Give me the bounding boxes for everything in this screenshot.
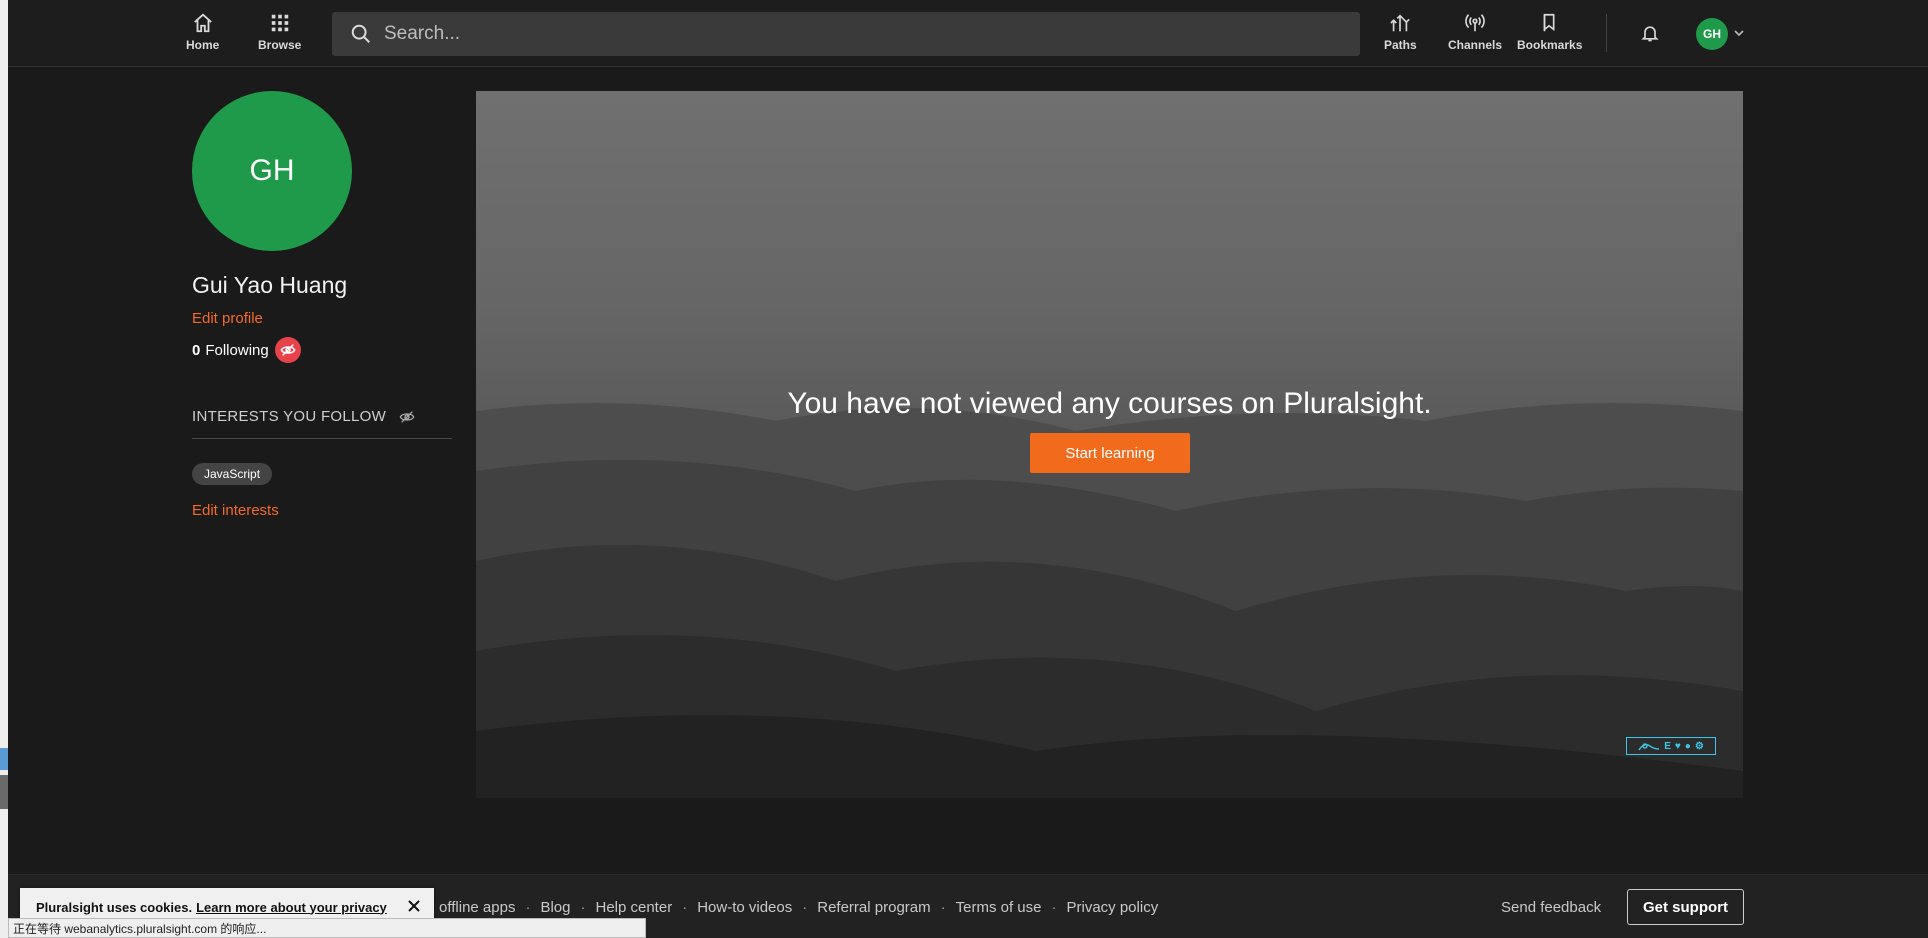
footer-link-privacy-policy[interactable]: Privacy policy <box>1067 899 1159 916</box>
nav-bookmarks-label: Bookmarks <box>1517 38 1583 52</box>
eye-off-icon <box>280 344 296 356</box>
search-input[interactable] <box>384 23 1284 45</box>
heart-icon: ♥ <box>1674 740 1681 752</box>
footer-link-help-center[interactable]: Help center <box>595 899 672 916</box>
left-window-edge <box>0 0 8 938</box>
profile-name: Gui Yao Huang <box>192 272 348 298</box>
extension-icon <box>1638 743 1660 751</box>
interests-heading-label: INTERESTS YOU FOLLOW <box>192 408 387 425</box>
search-icon <box>351 24 370 43</box>
nav-paths-label: Paths <box>1384 38 1417 52</box>
empty-state-message: You have not viewed any courses on Plura… <box>787 387 1432 420</box>
nav-browse-label: Browse <box>258 38 302 52</box>
interest-chip[interactable]: JavaScript <box>192 463 273 485</box>
grid-icon <box>271 14 288 32</box>
browser-extension-badge[interactable]: E ♥ ● ⚙ <box>1626 737 1716 755</box>
search-bar[interactable] <box>332 12 1360 56</box>
footer-links: offline apps · Blog · Help center · How-… <box>439 899 1158 916</box>
edit-interests-link[interactable]: Edit interests <box>192 502 279 519</box>
privacy-link[interactable]: Learn more about your privacy <box>196 900 387 915</box>
broadcast-icon <box>1465 14 1485 32</box>
following-label[interactable]: Following <box>205 342 268 359</box>
paths-icon <box>1390 14 1411 32</box>
get-support-button[interactable]: Get support <box>1627 889 1744 925</box>
home-icon <box>193 13 212 33</box>
extension-badge-text: E <box>1664 740 1671 752</box>
divider <box>192 438 452 439</box>
close-icon[interactable] <box>406 898 422 914</box>
nav-bookmarks[interactable]: Bookmarks <box>1517 12 1582 52</box>
footer-separator: · <box>682 899 688 916</box>
bookmark-icon <box>1543 13 1555 32</box>
footer-link-offline-apps[interactable]: offline apps <box>439 899 515 916</box>
footer-separator: · <box>525 899 531 916</box>
edit-profile-link[interactable]: Edit profile <box>192 310 263 327</box>
user-icon: ● <box>1684 740 1691 752</box>
footer-link-how-to-videos[interactable]: How-to videos <box>697 899 792 916</box>
following-info: 0 Following <box>192 337 301 363</box>
top-navigation: Home Browse Paths Channels Bookmarks GH <box>8 0 1928 67</box>
profile-avatar: GH <box>192 91 352 251</box>
footer-separator: · <box>940 899 946 916</box>
start-learning-button[interactable]: Start learning <box>1030 433 1190 473</box>
interests-heading: INTERESTS YOU FOLLOW <box>192 408 416 425</box>
browser-status-bar: 正在等待 webanalytics.pluralsight.com 的响应... <box>8 918 646 938</box>
cookie-text: Pluralsight uses cookies. <box>36 899 193 915</box>
nav-divider <box>1606 14 1607 52</box>
nav-home[interactable]: Home <box>186 12 219 52</box>
chevron-down-icon[interactable] <box>1734 29 1744 37</box>
bell-icon <box>1641 26 1659 42</box>
edge-marker <box>0 748 8 770</box>
nav-channels-label: Channels <box>1448 38 1503 52</box>
nav-home-label: Home <box>186 38 220 52</box>
footer-separator: · <box>802 899 808 916</box>
user-avatar-button[interactable]: GH <box>1696 18 1728 50</box>
nav-browse[interactable]: Browse <box>258 12 301 52</box>
empty-state-hero: You have not viewed any courses on Plura… <box>476 91 1743 798</box>
following-count: 0 <box>192 341 201 359</box>
following-visibility-toggle[interactable] <box>274 337 301 363</box>
footer-separator: · <box>1051 899 1057 916</box>
edge-marker <box>0 775 8 809</box>
eye-off-icon[interactable] <box>398 409 416 425</box>
send-feedback-link[interactable]: Send feedback <box>1501 899 1601 916</box>
footer-link-terms-of-use[interactable]: Terms of use <box>956 899 1042 916</box>
settings-icon: ⚙ <box>1694 740 1704 752</box>
nav-paths[interactable]: Paths <box>1384 12 1417 52</box>
footer-link-blog[interactable]: Blog <box>540 899 570 916</box>
footer-separator: · <box>580 899 586 916</box>
nav-channels[interactable]: Channels <box>1448 12 1502 52</box>
footer-link-referral-program[interactable]: Referral program <box>817 899 930 916</box>
notifications-button[interactable] <box>1640 22 1660 49</box>
